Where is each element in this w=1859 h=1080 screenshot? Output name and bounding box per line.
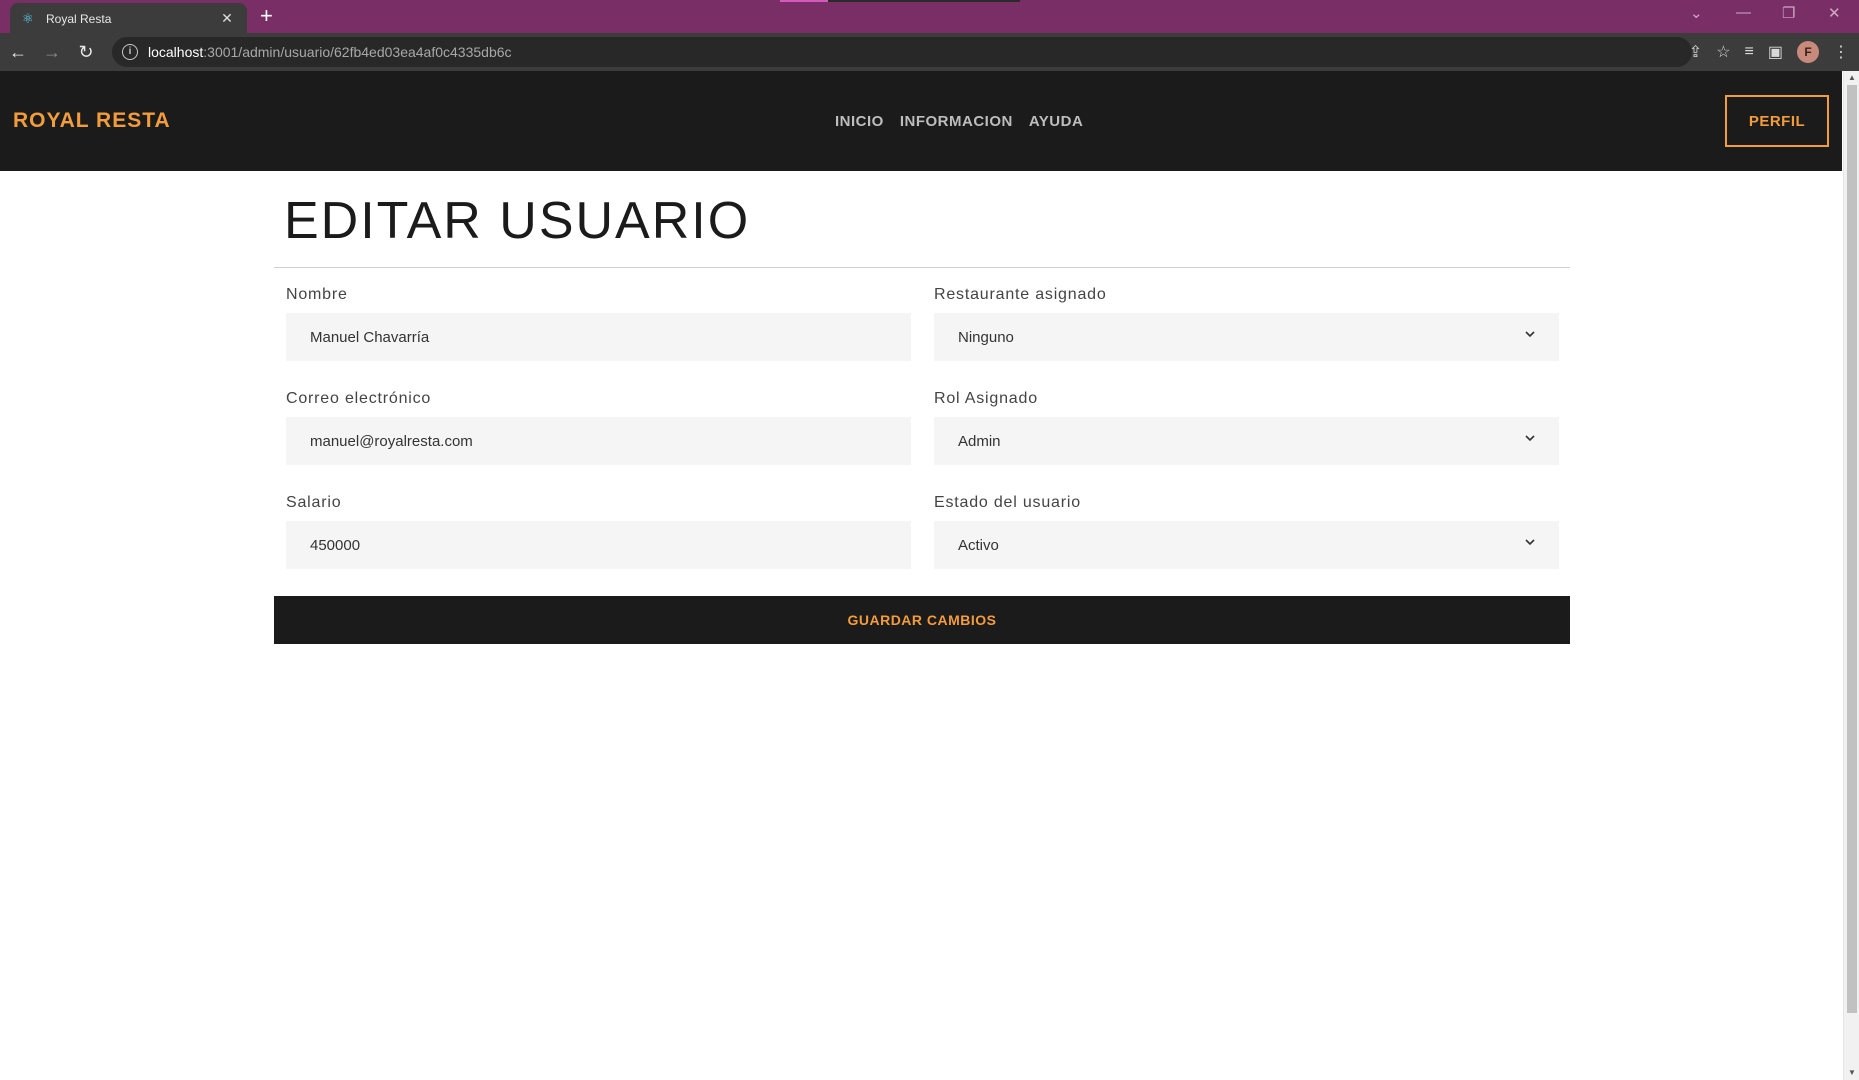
save-changes-button[interactable]: GUARDAR CAMBIOS bbox=[274, 596, 1570, 644]
estado-field-group: Estado del usuario Activo bbox=[934, 494, 1559, 569]
rol-field-group: Rol Asignado Admin bbox=[934, 390, 1559, 465]
close-icon[interactable]: ✕ bbox=[219, 10, 235, 27]
title-divider bbox=[274, 267, 1570, 268]
scroll-thumb[interactable] bbox=[1847, 85, 1857, 1013]
nombre-label: Nombre bbox=[286, 286, 348, 303]
estado-label: Estado del usuario bbox=[934, 494, 1081, 511]
side-panel-icon[interactable]: ▣ bbox=[1768, 42, 1783, 62]
correo-input[interactable]: manuel@royalresta.com bbox=[286, 417, 911, 465]
nav-link-ayuda[interactable]: AYUDA bbox=[1029, 113, 1083, 130]
url-host: localhost bbox=[148, 44, 204, 60]
scroll-up-arrow-icon[interactable]: ▲ bbox=[1844, 71, 1859, 85]
rol-label: Rol Asignado bbox=[934, 390, 1038, 407]
page-title: EDITAR USUARIO bbox=[284, 192, 751, 250]
estado-select-value: Activo bbox=[958, 536, 999, 554]
page-viewport: ROYAL RESTA INICIO INFORMACION AYUDA PER… bbox=[0, 71, 1859, 1080]
nombre-field-group: Nombre Manuel Chavarría bbox=[286, 286, 911, 361]
rol-select-value: Admin bbox=[958, 432, 1001, 450]
nombre-input[interactable]: Manuel Chavarría bbox=[286, 313, 911, 361]
salario-field-group: Salario 450000 bbox=[286, 494, 911, 569]
restaurante-label: Restaurante asignado bbox=[934, 286, 1107, 303]
minimize-icon[interactable]: — bbox=[1736, 4, 1751, 21]
share-icon[interactable]: ⇪ bbox=[1689, 42, 1702, 62]
url-path: :3001/admin/usuario/62fb4ed03ea4af0c4335… bbox=[203, 44, 512, 60]
react-icon: ⚛ bbox=[22, 10, 34, 26]
browser-tab-bar: ⚛ Royal Resta ✕ + ⌄ — ❐ ✕ bbox=[0, 0, 1859, 34]
chevron-down-icon bbox=[1525, 331, 1535, 338]
salario-input[interactable]: 450000 bbox=[286, 521, 911, 569]
back-arrow-icon[interactable]: ← bbox=[2, 36, 34, 68]
scroll-down-arrow-icon[interactable]: ▼ bbox=[1844, 1066, 1859, 1080]
correo-field-group: Correo electrónico manuel@royalresta.com bbox=[286, 390, 911, 465]
brand-logo[interactable]: ROYAL RESTA bbox=[13, 109, 171, 133]
estado-select[interactable]: Activo bbox=[934, 521, 1559, 569]
profile-avatar[interactable]: F bbox=[1797, 41, 1819, 63]
window-close-icon[interactable]: ✕ bbox=[1828, 4, 1841, 22]
info-icon[interactable]: i bbox=[122, 44, 138, 60]
salario-label: Salario bbox=[286, 494, 342, 511]
nav-links: INICIO INFORMACION AYUDA bbox=[835, 113, 1083, 130]
tabstrip-highlight bbox=[780, 0, 828, 2]
correo-label: Correo electrónico bbox=[286, 390, 432, 407]
restaurante-select[interactable]: Ninguno bbox=[934, 313, 1559, 361]
reload-icon[interactable]: ↻ bbox=[70, 36, 102, 68]
bookmark-star-icon[interactable]: ☆ bbox=[1716, 42, 1730, 62]
address-bar[interactable]: i localhost:3001/admin/usuario/62fb4ed03… bbox=[112, 37, 1692, 67]
rol-select[interactable]: Admin bbox=[934, 417, 1559, 465]
browser-tab[interactable]: ⚛ Royal Resta ✕ bbox=[10, 3, 247, 34]
reading-list-icon[interactable]: ≡ bbox=[1745, 43, 1754, 61]
page-scrollbar[interactable]: ▲ ▼ bbox=[1843, 71, 1859, 1080]
kebab-menu-icon[interactable]: ⋮ bbox=[1833, 42, 1849, 62]
restore-icon[interactable]: ❐ bbox=[1782, 4, 1795, 22]
chevron-down-icon bbox=[1525, 539, 1535, 546]
restaurante-select-value: Ninguno bbox=[958, 328, 1014, 346]
nav-link-informacion[interactable]: INFORMACION bbox=[900, 113, 1013, 130]
profile-button[interactable]: PERFIL bbox=[1725, 95, 1829, 147]
new-tab-button[interactable]: + bbox=[260, 5, 273, 27]
site-navbar: ROYAL RESTA INICIO INFORMACION AYUDA PER… bbox=[0, 71, 1842, 171]
chevron-down-icon bbox=[1525, 435, 1535, 442]
nav-link-inicio[interactable]: INICIO bbox=[835, 113, 884, 130]
browser-right-tools: ⇪ ☆ ≡ ▣ F ⋮ bbox=[1689, 33, 1859, 71]
restaurante-field-group: Restaurante asignado Ninguno bbox=[934, 286, 1559, 361]
forward-arrow-icon[interactable]: → bbox=[36, 36, 68, 68]
tab-search-icon[interactable]: ⌄ bbox=[1690, 4, 1703, 22]
tab-title: Royal Resta bbox=[46, 11, 112, 26]
browser-toolbar: ← → ↻ i localhost:3001/admin/usuario/62f… bbox=[0, 33, 1859, 71]
